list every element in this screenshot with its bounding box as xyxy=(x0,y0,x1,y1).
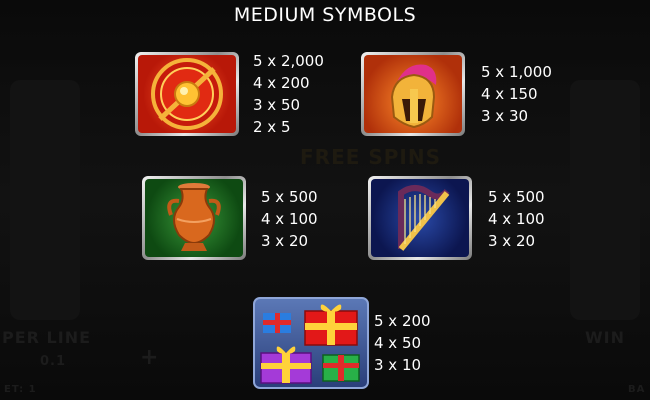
gifts-paytable: 5 x 200 4 x 50 3 x 10 xyxy=(374,310,431,376)
vase-symbol-tile xyxy=(142,176,246,260)
shield-paytable: 5 x 2,000 4 x 200 3 x 50 2 x 5 xyxy=(253,50,324,138)
helmet-paytable: 5 x 1,000 4 x 150 3 x 30 xyxy=(481,61,552,127)
balance-label: BA xyxy=(628,384,646,395)
pay-line: 3 x 30 xyxy=(481,107,529,125)
vase-icon xyxy=(145,179,243,257)
pay-line: 4 x 200 xyxy=(253,74,310,92)
pay-line: 5 x 200 xyxy=(374,312,431,330)
plus-button[interactable]: + xyxy=(140,345,159,370)
helmet-symbol-tile xyxy=(361,52,465,136)
pay-line: 5 x 500 xyxy=(488,188,545,206)
pay-line: 4 x 150 xyxy=(481,85,538,103)
pay-line: 3 x 10 xyxy=(374,356,422,374)
harp-symbol-tile xyxy=(368,176,472,260)
background-reel-left xyxy=(10,80,80,320)
harp-icon xyxy=(371,179,469,257)
pay-line: 4 x 100 xyxy=(488,210,545,228)
helmet-icon xyxy=(364,55,462,133)
background-reel-right xyxy=(570,80,640,320)
pay-line: 4 x 50 xyxy=(374,334,422,352)
harp-paytable: 5 x 500 4 x 100 3 x 20 xyxy=(488,186,545,252)
per-line-value: 0.1 xyxy=(40,354,67,369)
pay-line: 3 x 20 xyxy=(488,232,536,250)
bet-label: ET: 1 xyxy=(4,384,37,395)
page-title: MEDIUM SYMBOLS xyxy=(233,4,417,26)
vase-paytable: 5 x 500 4 x 100 3 x 20 xyxy=(261,186,318,252)
pay-line: 5 x 1,000 xyxy=(481,63,552,81)
gifts-icon xyxy=(260,304,360,384)
shield-icon xyxy=(138,55,236,133)
pay-line: 4 x 100 xyxy=(261,210,318,228)
free-spins-watermark: FREE SPINS xyxy=(300,145,441,169)
pay-line: 5 x 2,000 xyxy=(253,52,324,70)
per-line-label: PER LINE xyxy=(2,328,92,347)
pay-line: 2 x 5 xyxy=(253,118,291,136)
gifts-symbol-tile xyxy=(253,297,369,389)
pay-line: 3 x 50 xyxy=(253,96,301,114)
pay-line: 3 x 20 xyxy=(261,232,309,250)
pay-line: 5 x 500 xyxy=(261,188,318,206)
win-label: WIN xyxy=(585,328,625,347)
shield-symbol-tile xyxy=(135,52,239,136)
